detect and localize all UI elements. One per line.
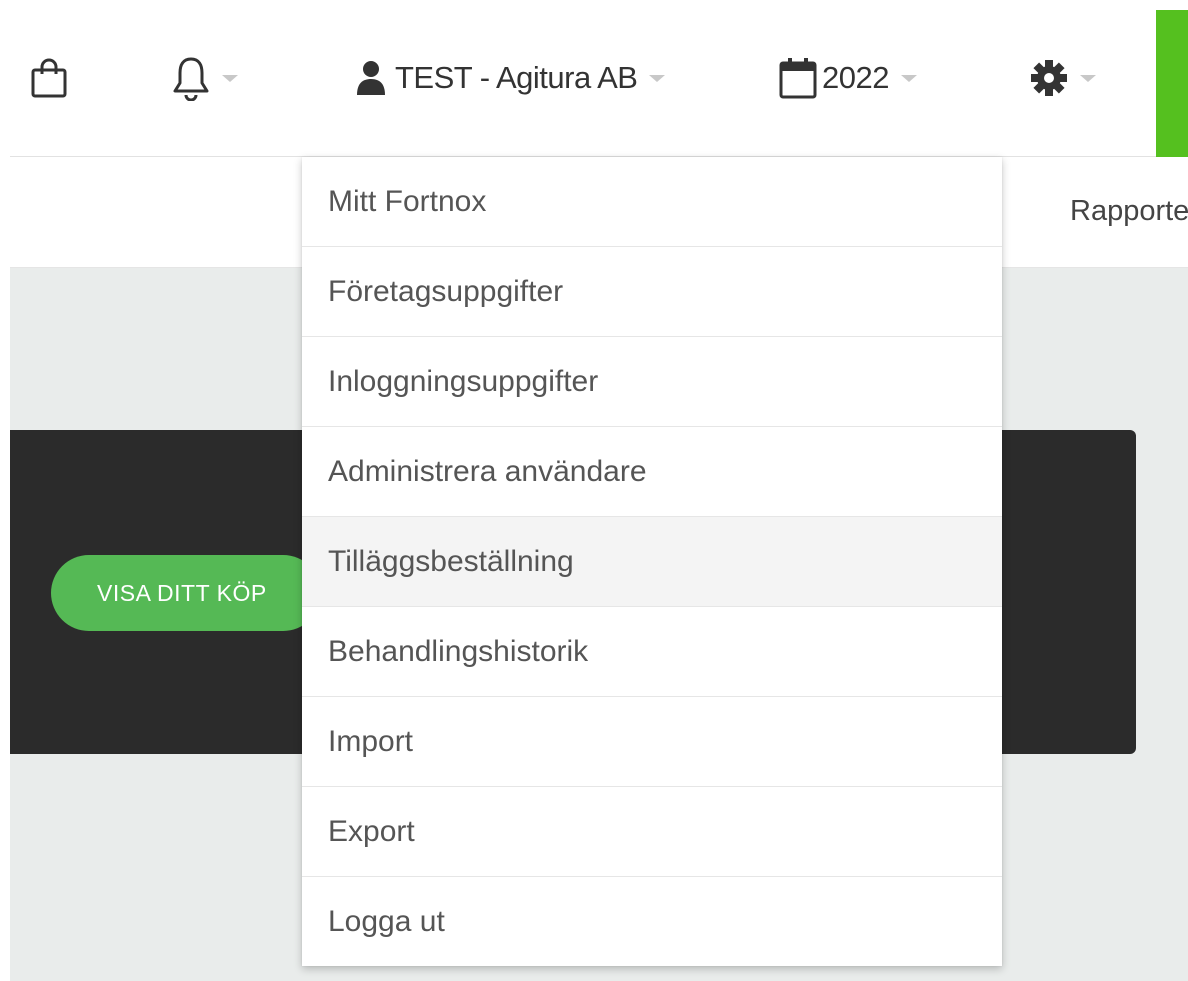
notifications-button[interactable] [172,55,238,101]
menu-item-manage-users[interactable]: Administrera användare [302,427,1002,517]
year-menu-button[interactable]: 2022 [778,56,917,100]
menu-item-addon-order[interactable]: Tilläggsbeställning [302,517,1002,607]
gear-icon [1030,59,1068,97]
menu-item-processing-history[interactable]: Behandlingshistorik [302,607,1002,697]
bell-icon [172,55,210,101]
settings-button[interactable] [1030,58,1096,98]
menu-item-mitt-fortnox[interactable]: Mitt Fortnox [302,157,1002,247]
nav-link-reports[interactable]: Rapporter [1070,195,1188,228]
menu-item-company-details[interactable]: Företagsuppgifter [302,247,1002,337]
chevron-down-icon [222,74,238,82]
top-navbar: TEST - Agitura AB 2022 [10,0,1188,157]
company-dropdown-menu: Mitt Fortnox Företagsuppgifter Inloggnin… [302,157,1002,966]
user-icon [355,59,387,97]
chevron-down-icon [900,74,917,82]
chevron-down-icon [649,74,666,82]
shopping-bag-icon [30,57,68,99]
menu-item-login-details[interactable]: Inloggningsuppgifter [302,337,1002,427]
company-name: TEST - Agitura AB [395,60,638,95]
shop-button[interactable] [30,58,68,98]
accent-tab[interactable] [1156,10,1188,158]
show-purchase-button[interactable]: VISA DITT KÖP [51,555,321,631]
menu-item-export[interactable]: Export [302,787,1002,877]
menu-item-logout[interactable]: Logga ut [302,877,1002,966]
company-menu-button[interactable]: TEST - Agitura AB [355,58,666,98]
chevron-down-icon [1080,74,1096,82]
year-label: 2022 [822,60,889,95]
calendar-icon [778,56,818,100]
menu-item-import[interactable]: Import [302,697,1002,787]
